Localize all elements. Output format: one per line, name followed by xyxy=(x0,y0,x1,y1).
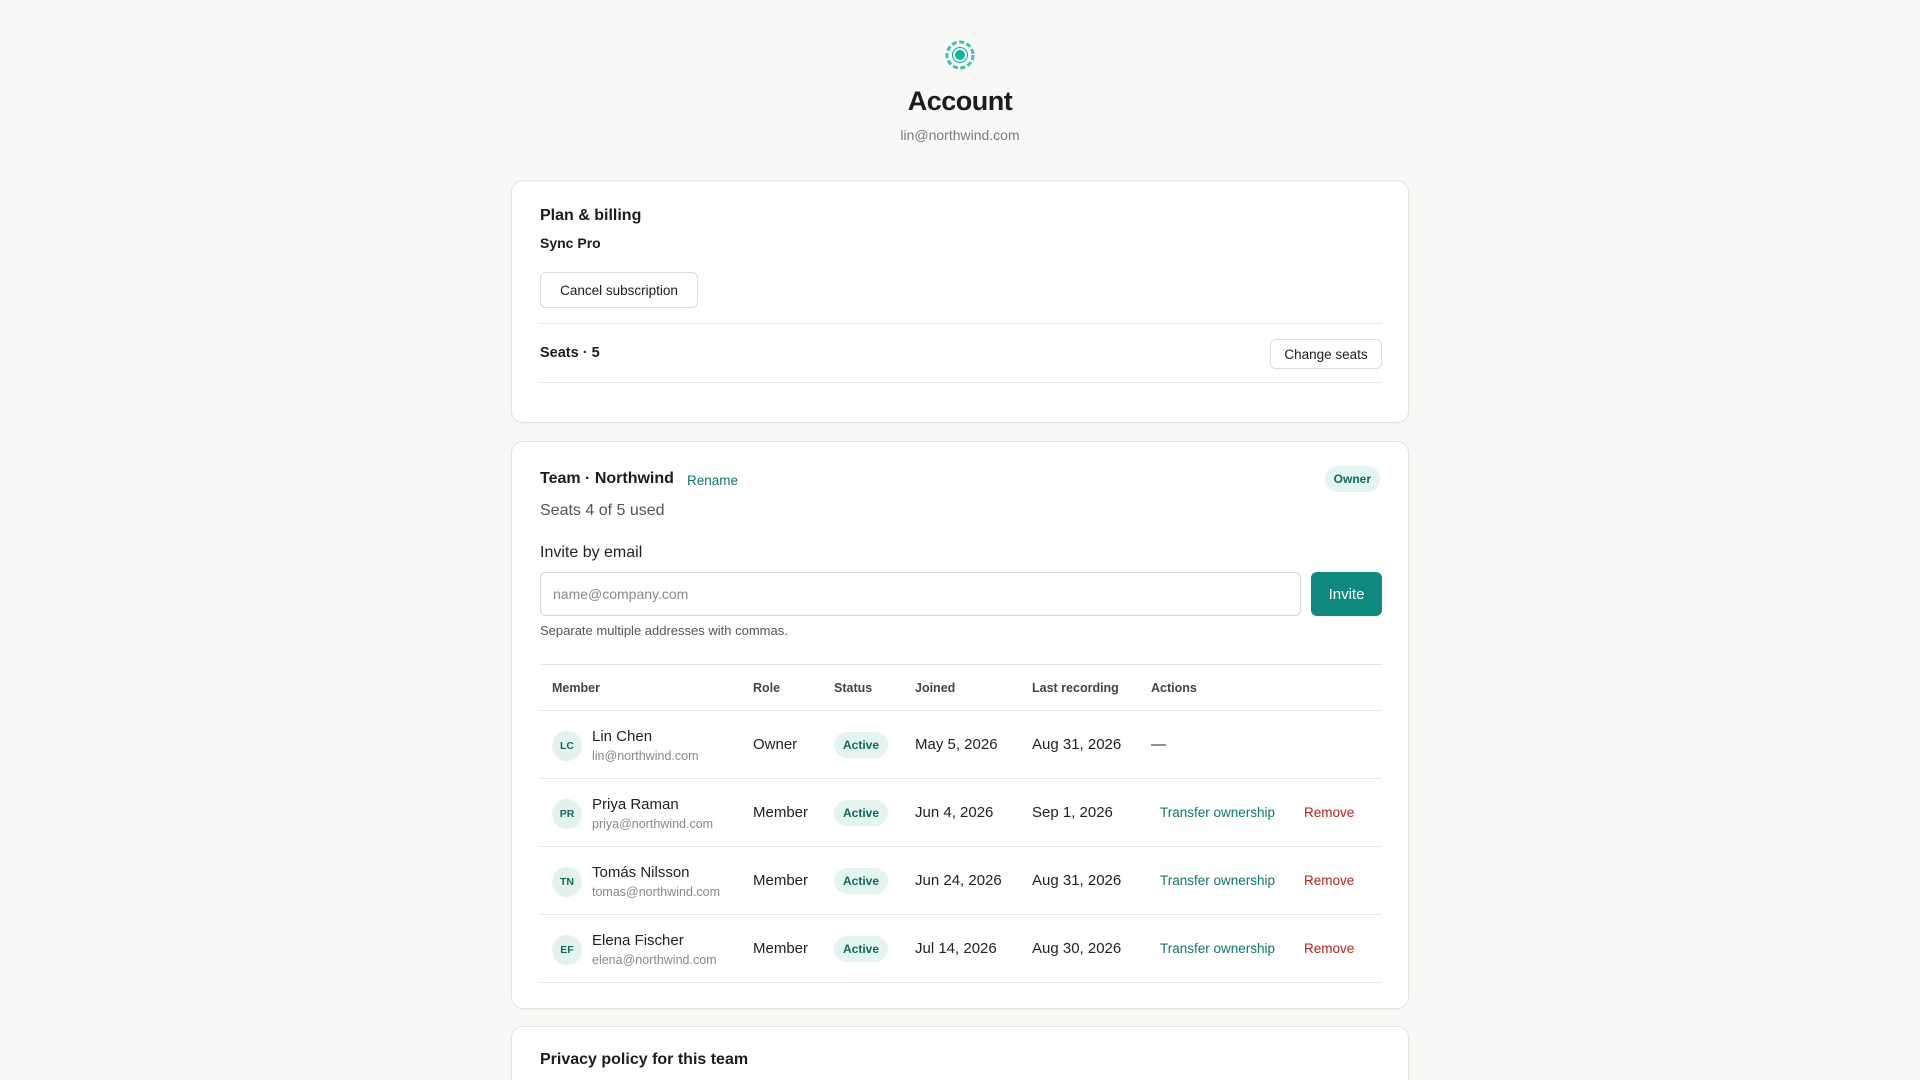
member-name: Lin Chen xyxy=(592,728,653,745)
member-joined: Jul 14, 2026 xyxy=(915,940,997,957)
member-joined: May 5, 2026 xyxy=(915,736,998,753)
invite-button[interactable]: Invite xyxy=(1311,572,1382,616)
member-name: Tomás Nilsson xyxy=(592,864,690,881)
change-seats-button[interactable]: Change seats xyxy=(1270,339,1382,369)
transfer-ownership-button[interactable]: Transfer ownership xyxy=(1160,873,1275,888)
invite-label: Invite by email xyxy=(540,544,643,561)
column-header: Role xyxy=(753,681,781,695)
member-last-recording: Sep 1, 2026 xyxy=(1032,804,1113,821)
account-email: lin@northwind.com xyxy=(900,127,1020,143)
invite-hint: Separate multiple addresses with commas. xyxy=(540,623,788,638)
remove-member-button[interactable]: Remove xyxy=(1304,805,1354,820)
member-last-recording: Aug 31, 2026 xyxy=(1032,872,1122,889)
cancel-subscription-button[interactable]: Cancel subscription xyxy=(540,272,698,308)
remove-member-button[interactable]: Remove xyxy=(1304,941,1354,956)
remove-member-button[interactable]: Remove xyxy=(1304,873,1354,888)
member-email: lin@northwind.com xyxy=(592,749,699,763)
seats-label: Seats · 5 xyxy=(540,345,600,361)
transfer-ownership-button[interactable]: Transfer ownership xyxy=(1160,941,1275,956)
table-row: PR Priya Raman priya@northwind.com Membe… xyxy=(540,779,1382,847)
member-role: Member xyxy=(753,940,809,957)
member-last-recording: Aug 30, 2026 xyxy=(1032,940,1122,957)
transfer-ownership-button[interactable]: Transfer ownership xyxy=(1160,805,1275,820)
avatar: TN xyxy=(552,867,582,897)
member-role: Member xyxy=(753,804,809,821)
plan-name: Sync Pro xyxy=(540,235,601,251)
privacy-title: Privacy policy for this team xyxy=(540,1051,749,1068)
member-email: priya@northwind.com xyxy=(592,817,714,831)
privacy-card: Privacy policy for this team xyxy=(511,1026,1409,1080)
page-title: Account xyxy=(907,86,1013,116)
invite-email-input[interactable] xyxy=(540,572,1301,616)
plan-billing-card: Plan & billing Sync Pro Cancel subscript… xyxy=(511,180,1409,423)
member-email: tomas@northwind.com xyxy=(592,885,721,899)
member-last-recording: Aug 31, 2026 xyxy=(1032,736,1122,753)
team-title: Team · Northwind xyxy=(540,470,674,487)
team-card: Team · Northwind Rename Owner Seats 4 of… xyxy=(511,441,1409,1009)
column-header: Member xyxy=(552,681,600,695)
members-table: Member Role Status Joined Last recording… xyxy=(540,664,1382,983)
member-email: elena@northwind.com xyxy=(592,953,717,967)
table-row: TN Tomás Nilsson tomas@northwind.com Mem… xyxy=(540,847,1382,915)
member-joined: Jun 24, 2026 xyxy=(915,872,1002,889)
table-header: Member Role Status Joined Last recording… xyxy=(540,664,1382,711)
status-badge: Active xyxy=(834,800,889,826)
status-badge: Active xyxy=(834,868,889,894)
rename-team-link[interactable]: Rename xyxy=(687,473,738,488)
table-row: LC Lin Chen lin@northwind.com Owner Acti… xyxy=(540,711,1382,779)
member-joined: Jun 4, 2026 xyxy=(915,804,994,821)
member-name: Priya Raman xyxy=(592,796,679,813)
member-name: Elena Fischer xyxy=(592,932,684,949)
avatar: LC xyxy=(552,731,582,761)
divider xyxy=(540,323,1382,324)
column-header: Status xyxy=(834,681,873,695)
role-badge: Owner xyxy=(1324,466,1380,492)
column-header: Actions xyxy=(1151,681,1197,695)
member-role: Owner xyxy=(753,736,798,753)
column-header: Last recording xyxy=(1032,681,1119,695)
avatar: EF xyxy=(552,935,582,965)
table-row: EF Elena Fischer elena@northwind.com Mem… xyxy=(540,915,1382,983)
status-badge: Active xyxy=(834,732,889,758)
sync-logo-icon xyxy=(945,40,975,70)
member-role: Member xyxy=(753,872,809,889)
divider xyxy=(540,382,1382,383)
seats-used-text: Seats 4 of 5 used xyxy=(540,502,665,519)
avatar: PR xyxy=(552,799,582,829)
plan-billing-title: Plan & billing xyxy=(540,207,642,224)
status-badge: Active xyxy=(834,936,889,962)
no-actions: — xyxy=(1151,736,1166,753)
column-header: Joined xyxy=(915,681,956,695)
